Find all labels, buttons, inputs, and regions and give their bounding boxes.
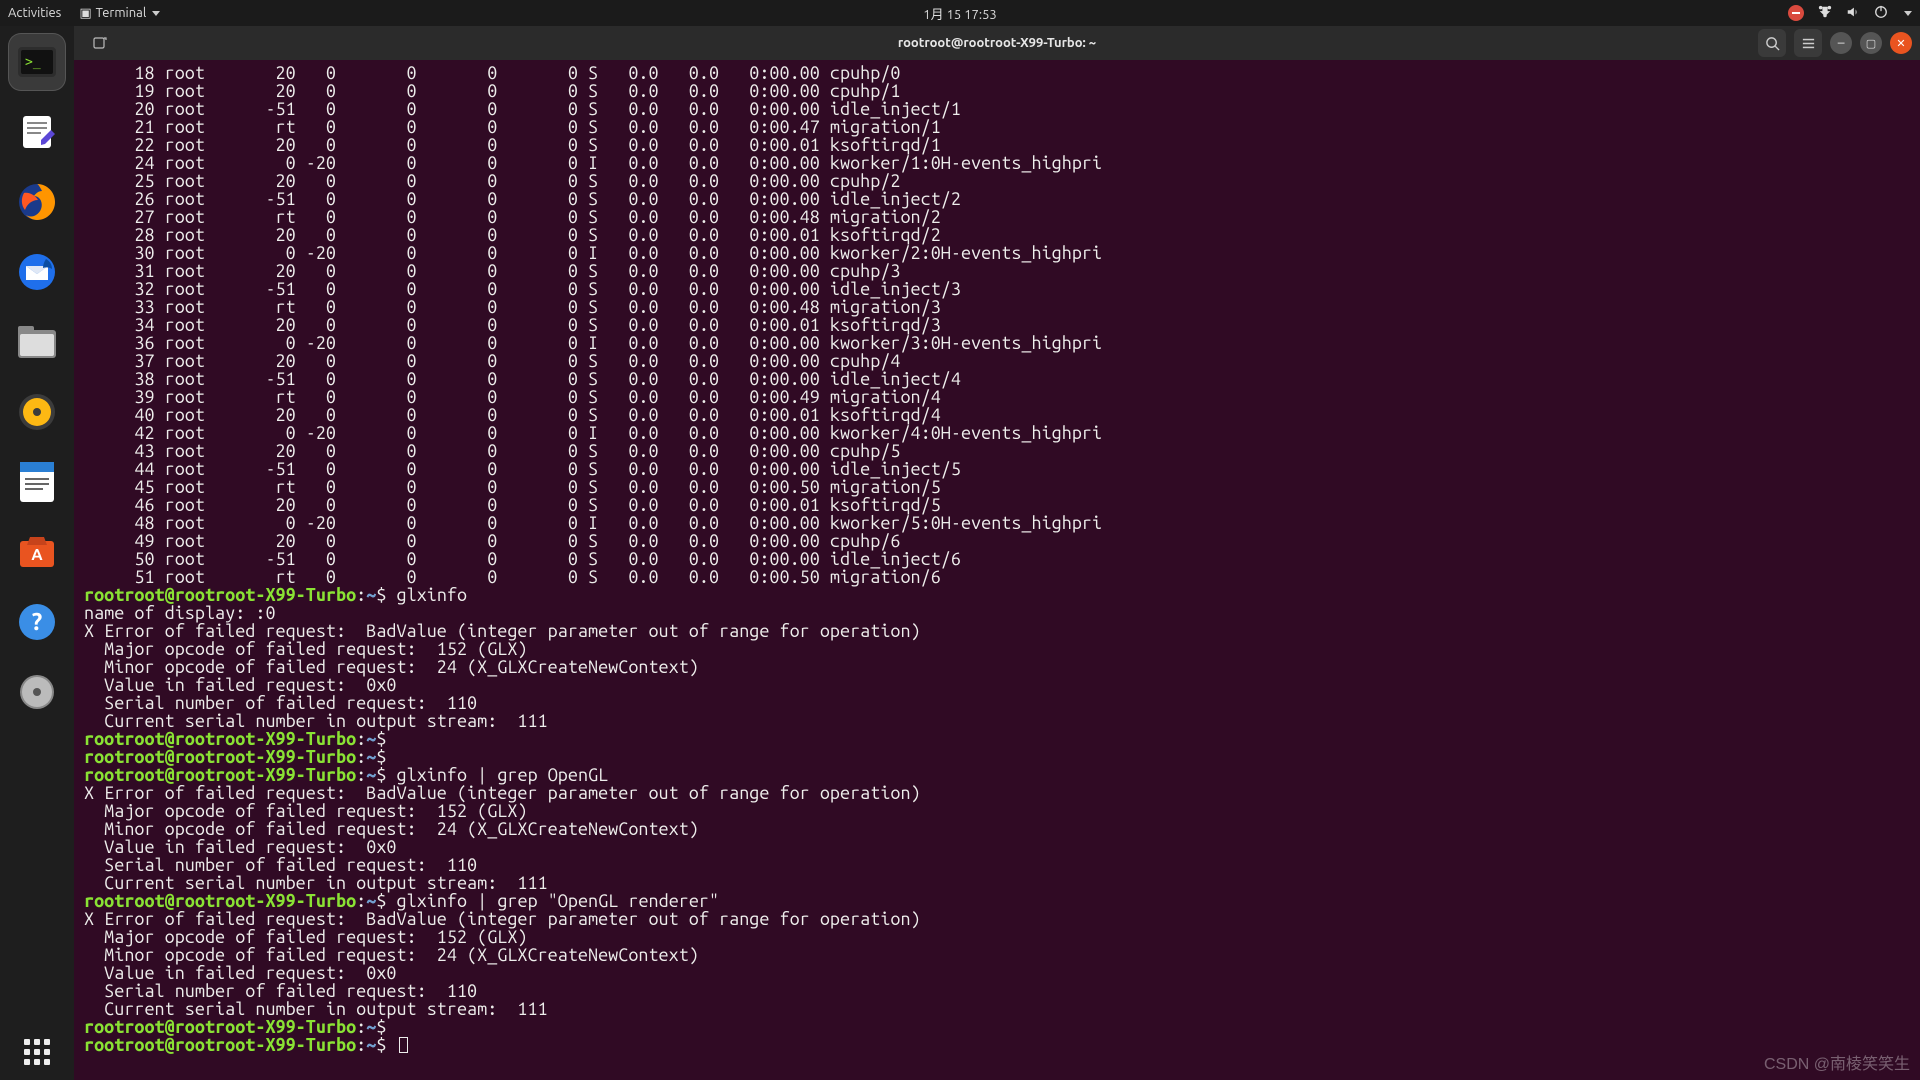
dock-thunderbird-icon[interactable]	[9, 244, 65, 300]
search-button[interactable]	[1758, 29, 1786, 57]
dock-help-icon[interactable]: ?	[9, 594, 65, 650]
svg-text:A: A	[31, 546, 43, 564]
window-titlebar: rootroot@rootroot-X99-Turbo: ~ ─ ▢ ✕	[74, 26, 1920, 60]
app-menu-label: Terminal	[96, 6, 147, 20]
minimize-button[interactable]: ─	[1830, 32, 1852, 54]
dock-terminal-icon[interactable]: >_	[9, 34, 65, 90]
dock-ubuntu-software-icon[interactable]: A	[9, 524, 65, 580]
dock-rhythmbox-icon[interactable]	[9, 384, 65, 440]
network-icon[interactable]	[1818, 5, 1832, 22]
gnome-topbar: Activities ▣ Terminal 1月 15 17:53	[0, 0, 1920, 26]
watermark: CSDN @南棱笑笑生	[1764, 1050, 1910, 1074]
activities-button[interactable]: Activities	[8, 6, 61, 20]
new-tab-button[interactable]	[80, 29, 120, 57]
ubuntu-dock: >_ A ?	[0, 26, 74, 1080]
power-icon[interactable]	[1874, 5, 1888, 22]
show-applications-icon[interactable]	[9, 1024, 65, 1080]
clock[interactable]: 1月 15 17:53	[923, 4, 996, 23]
svg-text:>_: >_	[25, 55, 41, 70]
maximize-button[interactable]: ▢	[1860, 32, 1882, 54]
dock-text-editor-icon[interactable]	[9, 104, 65, 160]
app-menu[interactable]: ▣ Terminal	[79, 6, 160, 21]
do-not-disturb-icon[interactable]	[1788, 5, 1804, 21]
terminal-small-icon: ▣	[79, 6, 91, 21]
system-menu-chevron-icon[interactable]	[1904, 11, 1912, 16]
chevron-down-icon	[152, 11, 160, 16]
volume-icon[interactable]	[1846, 5, 1860, 22]
window-title: rootroot@rootroot-X99-Turbo: ~	[898, 36, 1096, 50]
dock-firefox-icon[interactable]	[9, 174, 65, 230]
svg-text:?: ?	[32, 608, 43, 635]
terminal-output[interactable]: 18 root 20 0 0 0 0 S 0.0 0.0 0:00.00 cpu…	[74, 60, 1920, 1080]
dock-disk-utility-icon[interactable]	[9, 664, 65, 720]
close-button[interactable]: ✕	[1890, 32, 1912, 54]
dock-files-icon[interactable]	[9, 314, 65, 370]
hamburger-menu-button[interactable]	[1794, 29, 1822, 57]
dock-libreoffice-writer-icon[interactable]	[9, 454, 65, 510]
terminal-window: rootroot@rootroot-X99-Turbo: ~ ─ ▢ ✕ 18 …	[74, 26, 1920, 1080]
